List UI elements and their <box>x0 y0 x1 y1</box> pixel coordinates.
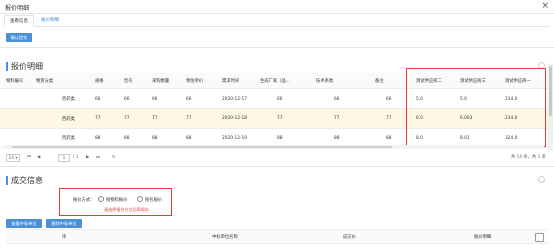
scrollbar-thumb[interactable] <box>12 146 392 148</box>
table-cell: 西药类 <box>62 116 75 122</box>
collapse-icon[interactable] <box>538 176 545 183</box>
window-titlebar: 报价明细 × <box>0 0 554 14</box>
column-header[interactable]: 物料编号 <box>6 73 23 88</box>
table-cell: 77 <box>386 116 392 121</box>
page-size-select[interactable]: 14 ▾ <box>6 154 20 162</box>
horizontal-scrollbar[interactable] <box>4 145 544 149</box>
column-header[interactable]: 型号 <box>124 73 133 88</box>
column-header[interactable]: 报价明细 <box>474 230 491 243</box>
table-cell: 77 <box>277 116 283 121</box>
table-cell: 2020-12-17 <box>222 96 247 102</box>
table-cell: 77 <box>152 116 158 121</box>
vertical-scrollbar[interactable] <box>548 64 553 150</box>
table-cell: 66 <box>334 96 340 102</box>
table-cell: 66 <box>124 96 130 102</box>
column-header[interactable]: 规格 <box>95 73 104 88</box>
table-cell: 77 <box>95 116 101 121</box>
pagination: 14 ▾ ⏮ ◀ 1 / 1 ▶ ⏭ ↻ 共 14 条，共 1 条 <box>0 152 554 164</box>
divider <box>0 47 554 48</box>
section-title: 报价明细 <box>11 62 43 71</box>
quote-method-label: 报价方式： <box>73 198 95 203</box>
scrollbar-thumb[interactable] <box>549 66 552 116</box>
column-header[interactable]: 物资分类 <box>36 73 53 88</box>
column-header[interactable]: 需求时间 <box>222 73 239 88</box>
section-title: 成交信息 <box>11 176 43 185</box>
deal-section-header: 成交信息 <box>0 172 554 187</box>
column-settings-icon[interactable] <box>535 233 544 242</box>
winner-table-header: 序 中标单位名称 成交价 报价明细 <box>6 229 548 244</box>
column-header[interactable]: 中标单位名称 <box>212 230 238 243</box>
table-cell: 66 <box>186 96 192 102</box>
column-header[interactable]: 生成厂家（品... <box>260 73 290 88</box>
tab-bar: 查看信息 报价明细 <box>4 15 550 27</box>
last-page-icon[interactable]: ⏭ <box>96 154 100 162</box>
table-cell: 66 <box>152 96 158 102</box>
table-cell: 66 <box>386 96 392 102</box>
first-page-icon[interactable]: ⏮ <box>27 154 31 162</box>
column-header[interactable]: 序 <box>62 230 66 243</box>
column-header[interactable]: 采购数量 <box>152 73 169 88</box>
pager-summary: 共 14 条，共 1 条 <box>510 155 546 160</box>
table-cell: 2020-12-18 <box>222 116 247 121</box>
quote-method-field: 报价方式： 按物料报价 按包报价 请选择报价方式后再保存 <box>59 188 172 216</box>
table-cell: 66 <box>277 96 283 102</box>
close-icon[interactable]: × <box>541 1 549 11</box>
radio-by-material[interactable] <box>98 196 104 202</box>
column-header[interactable]: 成交价 <box>343 230 356 243</box>
window-title: 报价明细 <box>5 5 30 12</box>
prev-page-icon[interactable]: ◀ <box>37 154 40 162</box>
section-accent-bar <box>6 176 8 185</box>
confirm-submit-button[interactable]: 确认提交 <box>6 33 32 42</box>
refresh-icon[interactable]: ↻ <box>112 154 116 162</box>
section-accent-bar <box>6 62 8 71</box>
table-cell: 66 <box>95 96 101 102</box>
column-header[interactable]: 备注 <box>375 73 384 88</box>
validation-error: 请选择报价方式后再保存 <box>104 207 150 212</box>
page-number-input[interactable]: 1 <box>58 154 70 162</box>
tab-view-info[interactable]: 查看信息 <box>4 15 34 27</box>
column-header[interactable]: 技术条款 <box>316 73 333 88</box>
table-cell: 西药类 <box>62 97 75 102</box>
total-pages: / 1 <box>73 155 79 160</box>
supplier-price-highlight <box>406 68 546 147</box>
radio-by-package-label[interactable]: 按包报价 <box>145 197 162 203</box>
radio-by-material-label[interactable]: 按物料报价 <box>106 197 127 203</box>
next-page-icon[interactable]: ▶ <box>86 154 89 162</box>
table-cell: 77 <box>124 116 130 121</box>
delete-winner-button[interactable]: 删除中标单位 <box>46 219 82 228</box>
page-size-value: 14 <box>8 156 14 161</box>
table-cell: 77 <box>334 116 340 121</box>
radio-by-package[interactable] <box>137 196 143 202</box>
divider <box>0 166 554 167</box>
column-header[interactable]: 预估单价 <box>186 73 203 88</box>
tab-quote-detail[interactable]: 报价明细 <box>36 15 66 27</box>
view-winner-button[interactable]: 查看中标单位 <box>6 219 42 228</box>
table-cell: 77 <box>186 116 192 121</box>
